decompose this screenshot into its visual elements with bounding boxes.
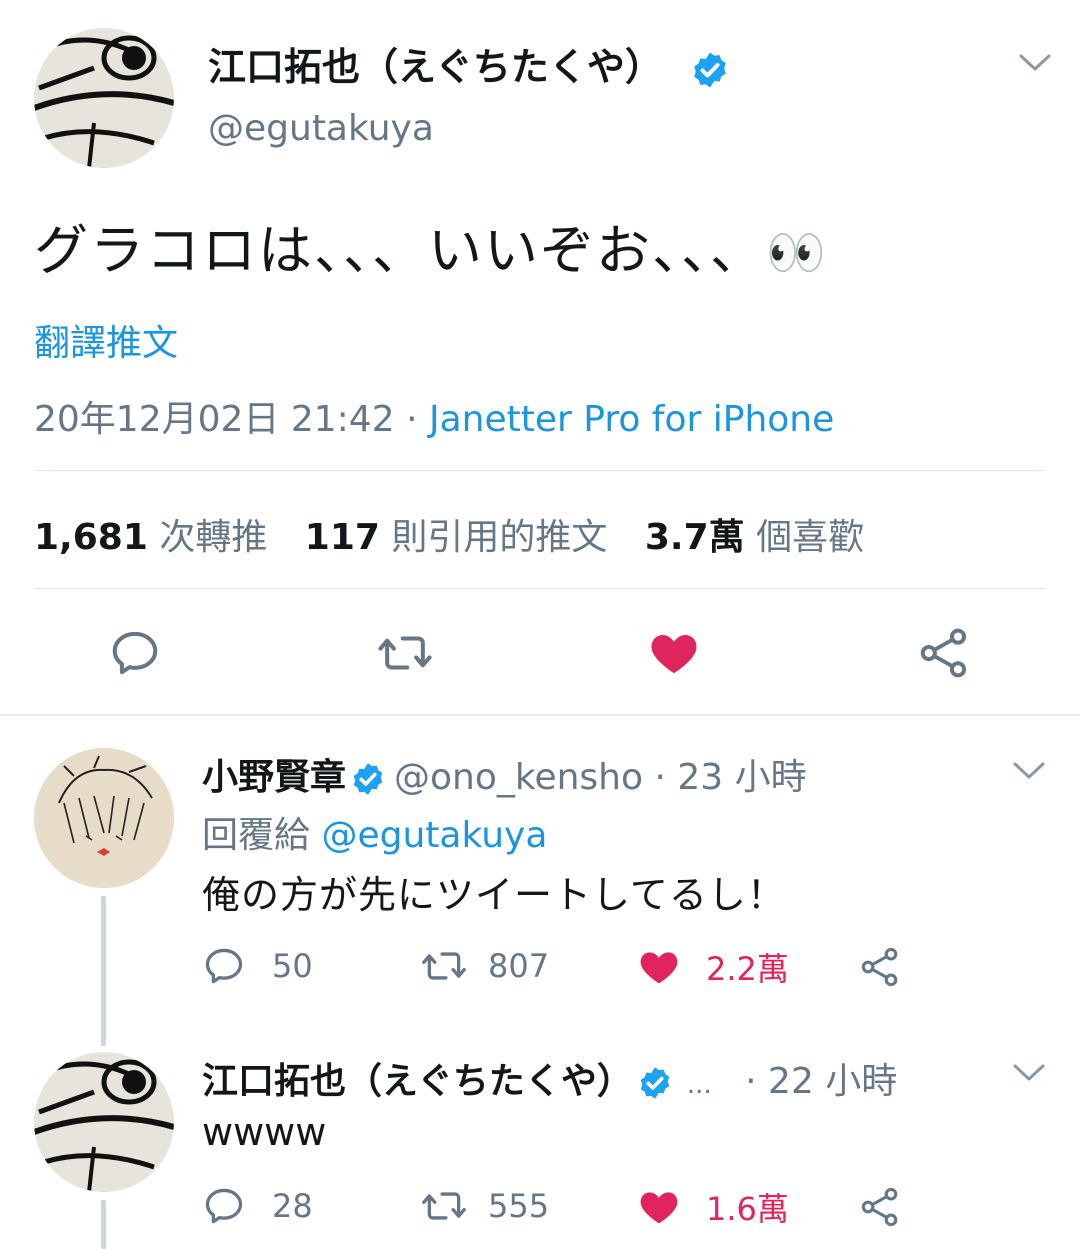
replying-to: 回覆給 @egutakuya [202, 806, 547, 858]
retweet-count: 807 [488, 947, 550, 985]
translate-tweet-link[interactable]: 翻譯推文 [34, 314, 178, 366]
avatar-drawing [34, 748, 174, 888]
likes-stat[interactable]: 3.7萬 個喜歡 [645, 517, 864, 558]
quotes-count: 117 [304, 517, 380, 558]
tweet-text: グラコロは、、、いいぞお、、、👀 [34, 206, 828, 285]
retweets-stat[interactable]: 1,681 次轉推 [34, 517, 279, 558]
retweets-count: 1,681 [34, 517, 148, 558]
timestamp: 20年12月02日 21:42 [34, 399, 395, 440]
avatar-egutakuya[interactable] [34, 1052, 174, 1192]
thread-line [101, 896, 106, 1046]
like-count: 2.2萬 [706, 950, 789, 988]
reply-author-handle[interactable]: ... [687, 1070, 712, 1100]
retweet-count: 555 [488, 1187, 550, 1225]
quotes-label: 則引用的推文 [391, 517, 608, 558]
author-handle[interactable]: @egutakuya [208, 108, 434, 149]
chevron-down-icon[interactable] [1012, 1062, 1046, 1084]
source-link[interactable]: Janetter Pro for iPhone [429, 399, 834, 440]
heart-icon[interactable] [646, 626, 702, 680]
replying-to-label: 回覆給 [202, 815, 311, 856]
meta-separator: · [406, 399, 418, 440]
section-separator [0, 714, 1080, 716]
avatar-drawing [34, 28, 174, 168]
reply-action-like[interactable]: 2.2萬 [636, 944, 789, 990]
avatar-egutakuya[interactable] [34, 28, 174, 168]
verified-badge-icon [694, 52, 726, 87]
chevron-down-icon[interactable] [1018, 52, 1052, 74]
reply-icon[interactable] [108, 626, 162, 680]
reply-action-share[interactable] [858, 944, 902, 994]
replying-to-handle[interactable]: @egutakuya [321, 815, 547, 856]
reply-text: wwww [202, 1110, 327, 1154]
reply-count: 28 [272, 1187, 313, 1225]
reply-action-retweet[interactable]: 555 [420, 1184, 549, 1228]
reply-action-retweet[interactable]: 807 [420, 944, 549, 988]
divider-bottom [34, 588, 1046, 589]
avatar-ono-kensho[interactable] [34, 748, 174, 888]
divider-top [34, 470, 1046, 471]
retweets-label: 次轉推 [159, 517, 268, 558]
tweet-meta: 20年12月02日 21:42 · Janetter Pro for iPhon… [34, 390, 834, 442]
reply-author-handle[interactable]: @ono_kensho [394, 757, 643, 798]
reply-action-reply[interactable]: 28 [202, 1184, 313, 1228]
reply-icon [205, 1188, 243, 1224]
tweet-stats: 1,681 次轉推 117 則引用的推文 3.7萬 個喜歡 [34, 508, 864, 560]
reply-author-name[interactable]: 江口拓也（えぐちたくや） [202, 1061, 633, 1102]
heart-icon [640, 952, 678, 984]
thread-line [101, 1200, 106, 1249]
reply-action-reply[interactable]: 50 [202, 944, 313, 988]
retweet-icon [422, 1192, 466, 1220]
eyes-emoji: 👀 [766, 225, 828, 281]
reply-action-share[interactable] [858, 1184, 902, 1234]
chevron-down-icon[interactable] [1012, 760, 1046, 782]
share-icon [861, 1187, 898, 1227]
heart-icon [640, 1192, 678, 1224]
likes-label: 個喜歡 [756, 517, 865, 558]
reply-action-like[interactable]: 1.6萬 [636, 1184, 789, 1230]
reply-actions: 50 807 2.2萬 [202, 944, 922, 994]
quotes-stat[interactable]: 117 則引用的推文 [305, 517, 619, 558]
verified-badge-icon [353, 763, 383, 795]
reply-author-name[interactable]: 小野賢章 [202, 757, 346, 798]
like-count: 1.6萬 [706, 1190, 789, 1228]
reply-header: 小野賢章 @ono_kensho · 23 小時 [202, 748, 807, 800]
avatar-drawing [34, 1052, 174, 1192]
tweet-text-body: グラコロは、、、いいぞお、、、 [34, 219, 766, 282]
verified-badge-icon [640, 1067, 670, 1099]
reply-time[interactable]: · 22 小時 [745, 1061, 897, 1102]
retweet-icon[interactable] [376, 626, 434, 680]
reply-header: 江口拓也（えぐちたくや） ... · 22 小時 [202, 1052, 897, 1104]
share-icon[interactable] [916, 624, 972, 682]
reply-time[interactable]: · 23 小時 [654, 757, 806, 798]
author-name[interactable]: 江口拓也（えぐちたくや） [208, 36, 730, 91]
display-name: 江口拓也（えぐちたくや） [208, 45, 663, 89]
likes-count: 3.7萬 [644, 517, 745, 558]
reply-icon [205, 948, 243, 984]
share-icon [861, 947, 898, 987]
retweet-icon [422, 952, 466, 980]
reply-text: 俺の方が先にツイートしてるし！ [202, 873, 786, 917]
reply-count: 50 [272, 947, 313, 985]
reply-actions: 28 555 1.6萬 [202, 1184, 922, 1234]
